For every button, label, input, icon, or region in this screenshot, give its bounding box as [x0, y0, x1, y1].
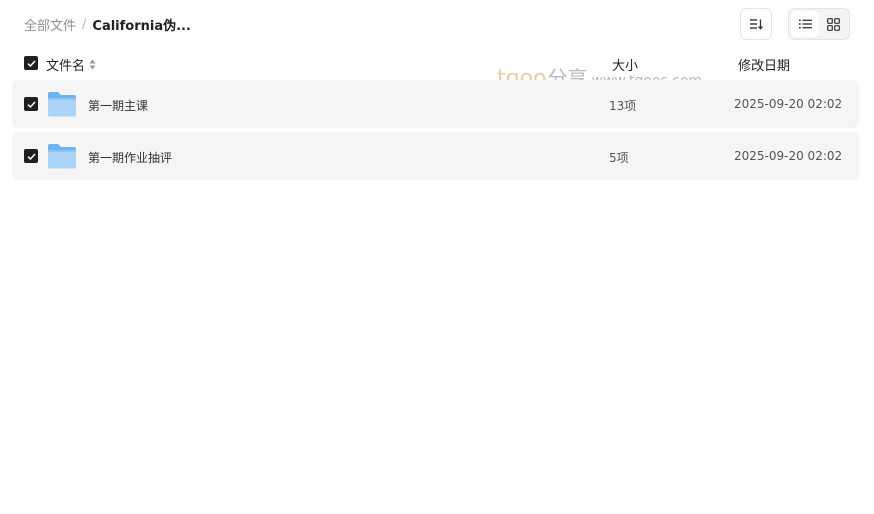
folder-icon: [48, 92, 76, 117]
sort-button[interactable]: [740, 8, 772, 40]
breadcrumb-separator: /: [82, 17, 87, 32]
file-row[interactable]: 第一期主课 13项 2025-09-20 02:02: [12, 80, 859, 128]
file-list: 第一期主课 13项 2025-09-20 02:02 第一期作业抽评 5项 20…: [12, 80, 859, 184]
check-icon: [26, 59, 36, 67]
name-column-header[interactable]: 文件名: [46, 55, 96, 74]
file-name[interactable]: 第一期主课: [88, 97, 148, 114]
list-view-button[interactable]: [791, 11, 819, 37]
folder-icon: [48, 144, 76, 169]
file-date: 2025-09-20 02:02: [734, 97, 843, 111]
select-all-checkbox[interactable]: [24, 56, 38, 70]
top-bar: 全部文件 / California伪...: [0, 0, 874, 48]
view-toggle-group: [788, 8, 850, 40]
check-icon: [26, 152, 36, 160]
column-header-row: 文件名 大小 修改日期: [0, 48, 874, 80]
grid-view-icon: [826, 17, 840, 31]
file-date: 2025-09-20 02:02: [734, 149, 843, 163]
file-row[interactable]: 第一期作业抽评 5项 2025-09-20 02:02: [12, 132, 859, 180]
row-checkbox[interactable]: [24, 97, 38, 111]
row-checkbox[interactable]: [24, 149, 38, 163]
file-size: 13项: [609, 99, 637, 113]
grid-view-button[interactable]: [819, 11, 847, 37]
list-view-icon: [798, 19, 812, 29]
size-column-header[interactable]: 大小: [612, 55, 638, 74]
breadcrumb: 全部文件 / California伪...: [24, 15, 191, 34]
name-column-label: 文件名: [46, 59, 86, 74]
date-column-header[interactable]: 修改日期: [738, 55, 790, 74]
sort-toggle-icon: [89, 59, 96, 70]
file-size: 5项: [609, 151, 629, 165]
breadcrumb-root-link[interactable]: 全部文件: [24, 15, 76, 34]
check-icon: [26, 100, 36, 108]
breadcrumb-current-folder: California伪...: [92, 19, 191, 34]
file-name[interactable]: 第一期作业抽评: [88, 149, 172, 166]
sort-icon: [750, 19, 763, 30]
